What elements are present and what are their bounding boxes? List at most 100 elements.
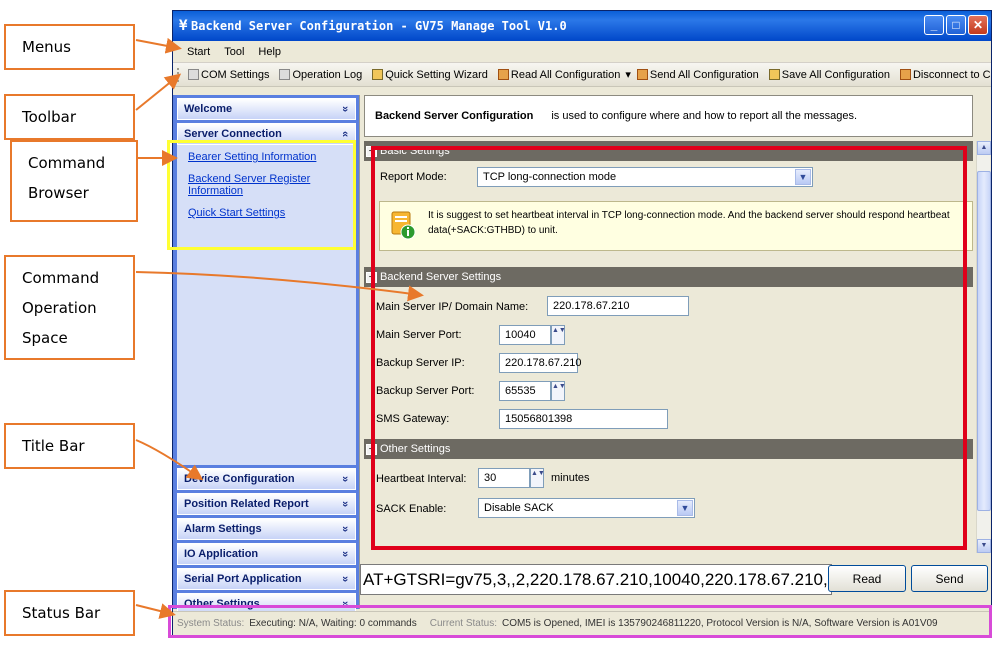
scroll-thumb[interactable] — [977, 171, 991, 511]
expand-icon: » — [338, 550, 351, 558]
com-settings-button[interactable]: COM Settings — [185, 69, 272, 81]
menu-tool[interactable]: Tool — [224, 46, 244, 58]
chevron-down-icon[interactable]: ▼ — [795, 169, 811, 185]
expand-icon: » — [338, 575, 351, 583]
section-other-settings[interactable]: − Other Settings — [364, 439, 973, 459]
heartbeat-interval-stepper[interactable]: ▲▼ — [530, 468, 545, 488]
callout-toolbar: Toolbar — [4, 94, 135, 140]
callout-status-bar: Status Bar — [4, 590, 135, 636]
command-preview: AT+GTSRI=gv75,3,,2,220.178.67.210,10040,… — [360, 564, 832, 595]
app-window: ¥ Backend Server Configuration - GV75 Ma… — [172, 10, 992, 637]
gear-icon — [188, 69, 199, 80]
settings-panel: − Basic Settings Report Mode: TCP long-c… — [364, 141, 973, 553]
system-status-value: Executing: N/A, Waiting: 0 commands — [249, 617, 417, 629]
link-quick-start-settings[interactable]: Quick Start Settings — [188, 207, 356, 219]
report-mode-select[interactable]: TCP long-connection mode ▼ — [477, 167, 813, 187]
read-all-configuration-button[interactable]: Read All Configuration ▾ — [495, 68, 634, 81]
backup-server-port-stepper[interactable]: ▲▼ — [551, 381, 566, 401]
backup-server-port-input[interactable]: 65535 — [499, 381, 551, 401]
nav-group-server-connection[interactable]: Server Connection « — [177, 123, 356, 145]
scroll-down-arrow[interactable]: ▼ — [977, 539, 991, 553]
nav-group-body: Bearer Setting Information Backend Serve… — [177, 145, 356, 465]
info-icon — [391, 211, 416, 240]
log-icon — [279, 69, 291, 80]
notice-box: It is suggest to set heartbeat interval … — [379, 201, 973, 251]
operation-log-button[interactable]: Operation Log — [276, 69, 365, 81]
expand-icon: » — [338, 105, 351, 113]
main-server-port-input[interactable]: 10040 — [499, 325, 551, 345]
collapse-icon[interactable]: − — [366, 145, 377, 157]
nav-group-device-configuration[interactable]: Device Configuration » — [177, 468, 356, 490]
link-bearer-setting-information[interactable]: Bearer Setting Information — [188, 151, 356, 163]
heartbeat-interval-input[interactable]: 30 — [478, 468, 530, 488]
nav-group-serial-port-application[interactable]: Serial Port Application » — [177, 568, 356, 590]
send-button[interactable]: Send — [911, 565, 988, 592]
disconnect-to-com-button[interactable]: Disconnect to COM — [897, 69, 991, 81]
expand-icon: » — [338, 600, 351, 608]
menu-help[interactable]: Help — [258, 46, 281, 58]
link-backend-server-register-information[interactable]: Backend Server Register Information — [188, 173, 356, 197]
close-button[interactable]: ✕ — [968, 15, 988, 35]
current-status-value: COM5 is Opened, IMEI is 135790246811220,… — [502, 617, 938, 629]
sack-enable-select[interactable]: Disable SACK ▼ — [478, 498, 695, 518]
callout-command-browser: Command Browser — [10, 140, 138, 222]
main-server-ip-row: Main Server IP/ Domain Name: 220.178.67.… — [364, 287, 973, 321]
nav-group-alarm-settings[interactable]: Alarm Settings » — [177, 518, 356, 540]
backup-server-ip-row: Backup Server IP: 220.178.67.210 — [364, 349, 973, 377]
main-server-port-row: Main Server Port: 10040 ▲▼ — [364, 321, 973, 349]
collapse-icon: « — [338, 130, 351, 138]
nav-group-welcome[interactable]: Welcome » — [177, 98, 356, 120]
info-banner: Backend Server Configuration is used to … — [364, 95, 973, 137]
minimize-button[interactable]: _ — [924, 15, 944, 35]
save-all-configuration-button[interactable]: Save All Configuration — [766, 69, 893, 81]
quick-setting-wizard-button[interactable]: Quick Setting Wizard — [369, 69, 491, 81]
backup-server-port-row: Backup Server Port: 65535 ▲▼ — [364, 377, 973, 405]
status-bar: System Status: Executing: N/A, Waiting: … — [173, 611, 991, 634]
wizard-icon — [372, 69, 384, 80]
send-all-configuration-button[interactable]: Send All Configuration — [634, 69, 762, 81]
banner-title: Backend Server Configuration — [375, 110, 534, 122]
command-operation-space: Backend Server Configuration is used to … — [359, 95, 991, 609]
main-server-port-stepper[interactable]: ▲▼ — [551, 325, 566, 345]
heartbeat-interval-row: Heartbeat Interval: 30 ▲▼ minutes — [364, 459, 973, 493]
callout-menus: Menus — [4, 24, 135, 70]
nav-group-io-application[interactable]: IO Application » — [177, 543, 356, 565]
nav-group-position-related-report[interactable]: Position Related Report » — [177, 493, 356, 515]
send-icon — [636, 69, 648, 80]
collapse-icon[interactable]: − — [366, 443, 377, 455]
app-icon: ¥ — [179, 18, 188, 34]
heartbeat-unit: minutes — [551, 472, 590, 484]
callout-title-bar: Title Bar — [4, 423, 135, 469]
menu-bar: Start Tool Help — [173, 41, 991, 63]
read-icon — [497, 69, 509, 80]
banner-text: is used to configure where and how to re… — [551, 110, 858, 122]
collapse-icon[interactable]: − — [366, 271, 377, 283]
maximize-button[interactable]: □ — [946, 15, 966, 35]
callout-command-operation-space: Command Operation Space — [4, 255, 135, 360]
section-basic-settings[interactable]: − Basic Settings — [364, 141, 973, 161]
section-backend-server-settings[interactable]: − Backend Server Settings — [364, 267, 973, 287]
chevron-down-icon[interactable]: ▾ — [625, 68, 631, 81]
current-status-label: Current Status: — [429, 617, 497, 629]
backup-server-ip-input[interactable]: 220.178.67.210 — [499, 353, 581, 373]
sack-enable-row: SACK Enable: Disable SACK ▼ — [364, 493, 973, 521]
chevron-down-icon[interactable]: ▼ — [677, 500, 693, 516]
sms-gateway-input[interactable]: 15056801398 — [499, 409, 668, 429]
vertical-scrollbar[interactable]: ▲ ▼ — [976, 141, 991, 553]
read-button[interactable]: Read — [828, 565, 906, 592]
expand-icon: » — [338, 475, 351, 483]
report-mode-row: Report Mode: TCP long-connection mode ▼ — [364, 161, 973, 193]
toolbar: COM Settings Operation Log Quick Setting… — [173, 63, 991, 87]
save-icon — [768, 69, 780, 80]
window-title: Backend Server Configuration - GV75 Mana… — [191, 19, 567, 33]
command-browser: Welcome » Server Connection « Bearer Set… — [173, 95, 359, 615]
sms-gateway-row: SMS Gateway: 15056801398 — [364, 405, 973, 433]
scroll-up-arrow[interactable]: ▲ — [977, 141, 991, 155]
main-server-ip-input[interactable]: 220.178.67.210 — [547, 296, 689, 316]
notice-row: It is suggest to set heartbeat interval … — [364, 193, 973, 263]
expand-icon: » — [338, 525, 351, 533]
menu-start[interactable]: Start — [187, 46, 210, 58]
toolbar-grip[interactable] — [177, 67, 179, 82]
expand-icon: » — [338, 500, 351, 508]
window-controls: _ □ ✕ — [924, 15, 988, 35]
